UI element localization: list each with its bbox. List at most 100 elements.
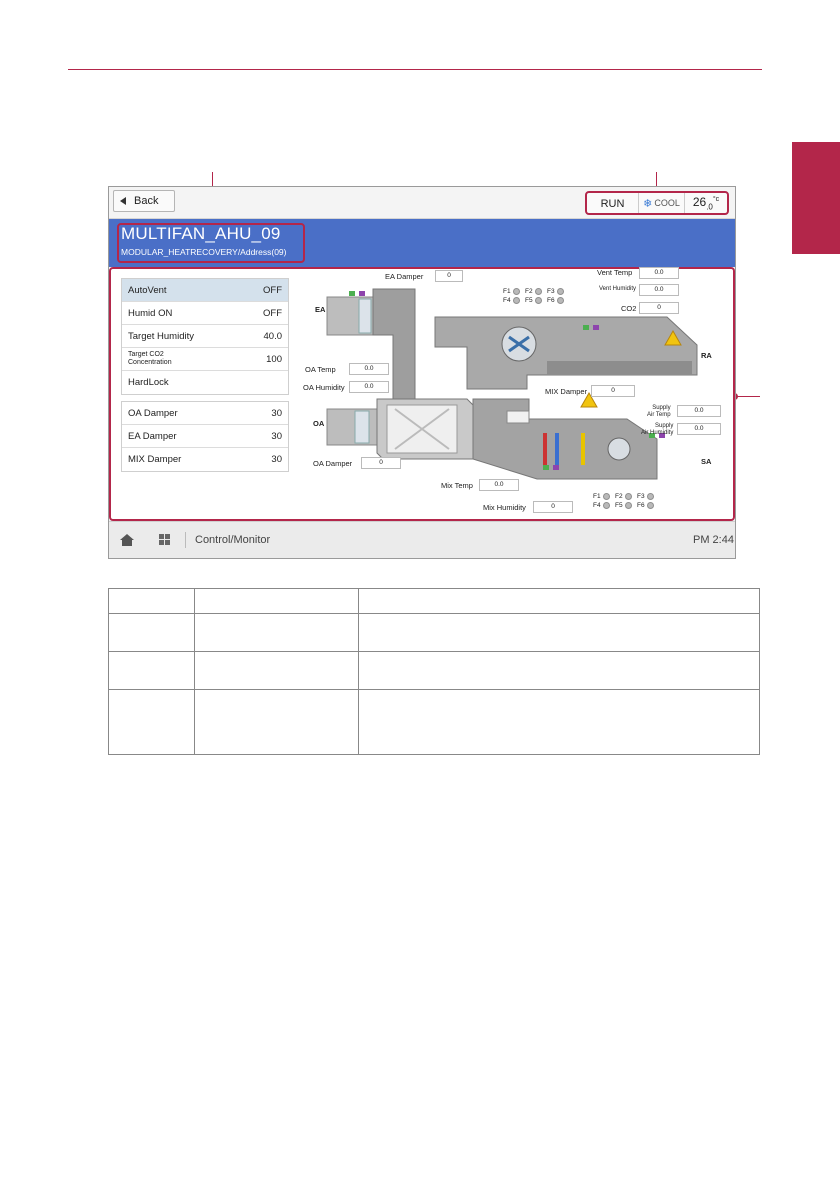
sensor-purple-icon: [553, 465, 559, 470]
mix-damper-value[interactable]: 0: [591, 385, 635, 397]
oa-temp-label: OA Temp: [305, 365, 336, 374]
fan-label: F2: [615, 493, 623, 500]
mix-humidity-label: Mix Humidity: [483, 503, 526, 512]
vent-humidity-value[interactable]: 0.0: [639, 284, 679, 296]
sensor-green-icon: [543, 465, 549, 470]
sensor-green-icon: [349, 291, 355, 296]
setting-label: Target CO2 Concentration: [128, 351, 172, 366]
setting-row-autovent[interactable]: AutoVent OFF: [122, 279, 288, 302]
mix-humidity-value[interactable]: 0: [533, 501, 573, 513]
damper-row-ea[interactable]: EA Damper 30: [122, 425, 288, 448]
status-lamp-icon: [512, 288, 520, 295]
temp-decimal: .0: [706, 202, 713, 212]
setting-label: HardLock: [128, 377, 169, 388]
humidifier: [581, 433, 585, 465]
monitor-content: AutoVent OFF Humid ON OFF Target Humidit…: [109, 267, 735, 521]
ea-damper-value[interactable]: 0: [435, 270, 463, 282]
mix-temp-value[interactable]: 0.0: [479, 479, 519, 491]
ea-filter: [358, 298, 372, 334]
cooling-coil: [555, 433, 559, 465]
setting-value: 100: [266, 353, 282, 365]
oa-humidity-label: OA Humidity: [303, 383, 345, 392]
menu-grid-icon[interactable]: [159, 534, 170, 545]
supply-label-line2: Air Temp: [647, 412, 671, 418]
unit-name: MULTIFAN_AHU_09: [121, 224, 281, 243]
table-cell: [194, 651, 359, 690]
heating-coil: [543, 433, 547, 465]
setting-row-hardlock[interactable]: HardLock: [122, 371, 288, 394]
operation-status: RUN ❄ COOL 26.0°c: [585, 191, 729, 215]
zone-sa-label: SA: [701, 457, 712, 466]
oa-humidity-value[interactable]: 0.0: [349, 381, 389, 393]
status-lamp-icon: [646, 493, 654, 500]
fan-label: F1: [593, 493, 601, 500]
status-lamp-icon: [534, 288, 542, 295]
sensor-purple-icon: [359, 291, 365, 296]
damper-row-oa[interactable]: OA Damper 30: [122, 402, 288, 425]
fan-status-bottom: F1 F2 F3 F4 F5 F6: [593, 493, 659, 509]
damper-value: 30: [271, 407, 282, 419]
co2-value[interactable]: 0: [639, 302, 679, 314]
table-cell: [358, 689, 760, 755]
oa-temp-value[interactable]: 0.0: [349, 363, 389, 375]
damper-value: 30: [271, 430, 282, 442]
setting-row-humid-on[interactable]: Humid ON OFF: [122, 302, 288, 325]
setting-row-target-humidity[interactable]: Target Humidity 40.0: [122, 325, 288, 348]
setting-row-target-co2[interactable]: Target CO2 Concentration 100: [122, 348, 288, 371]
bottom-bar: Control/Monitor PM 2:44: [109, 521, 735, 558]
oa-filter: [354, 410, 370, 444]
supply-air-humidity-value[interactable]: 0.0: [677, 423, 721, 435]
fan-lamp: F3: [637, 493, 659, 500]
back-button[interactable]: Back: [113, 190, 175, 212]
supply-air-temp-label: Supply Air Temp: [647, 405, 671, 419]
fan-lamp: F4: [593, 502, 615, 509]
mode-label: COOL: [654, 198, 680, 208]
table-cell: [108, 689, 195, 755]
setting-label: Target Humidity: [128, 330, 194, 342]
mode-status: ❄ COOL: [639, 193, 685, 213]
setting-value: OFF: [263, 307, 282, 319]
supply-air-temp-value[interactable]: 0.0: [677, 405, 721, 417]
back-label: Back: [134, 195, 159, 207]
ahu-diagram: EA OA RA SA EA Damper 0 F1 F2 F3 F4 F5 F…: [297, 267, 735, 523]
breadcrumb: Control/Monitor: [195, 534, 271, 546]
vent-humidity-label: Vent Humidity: [599, 286, 637, 292]
fan-label: F6: [637, 502, 645, 509]
supply-label-line1: Supply: [652, 405, 671, 411]
table-cell: [194, 613, 359, 652]
unit-header: MULTIFAN_AHU_09 MODULAR_HEATRECOVERY/Add…: [109, 219, 735, 267]
fan-lamp: F6: [637, 502, 659, 509]
status-lamp-icon: [624, 493, 632, 500]
fan-lamp: F4: [503, 297, 525, 304]
damper-row-mix[interactable]: MIX Damper 30: [122, 448, 288, 471]
status-lamp-icon: [602, 493, 610, 500]
fan-label: F1: [503, 288, 511, 295]
status-lamp-icon: [512, 297, 520, 304]
settings-table: AutoVent OFF Humid ON OFF Target Humidit…: [121, 278, 289, 395]
table-cell: [108, 613, 195, 652]
status-lamp-icon: [556, 297, 564, 304]
supply-label-line1: Supply: [654, 423, 674, 429]
temp-value: 26: [692, 194, 707, 209]
back-arrow-icon: [120, 197, 126, 205]
vent-temp-value[interactable]: 0.0: [639, 267, 679, 279]
oa-damper-label: OA Damper: [313, 459, 353, 468]
ra-duct-bottom: [547, 361, 692, 375]
status-lamp-icon: [534, 297, 542, 304]
setting-value: 40.0: [263, 330, 283, 342]
oa-damper-value[interactable]: 0: [361, 457, 401, 469]
damper-label: MIX Damper: [128, 454, 182, 465]
supply-duct: [472, 398, 658, 480]
sensor-green-icon: [583, 325, 589, 330]
fan-label: F4: [503, 297, 511, 304]
fan-lamp: F2: [525, 288, 547, 295]
callout-line-3: [735, 396, 760, 397]
table-header-cell: [194, 588, 359, 614]
fan-label: F2: [525, 288, 533, 295]
fan-lamp: F5: [615, 502, 637, 509]
fan-label: F5: [615, 502, 623, 509]
supply-air-humidity-label: Supply Air Humidity: [641, 423, 673, 437]
chapter-tab: [792, 142, 840, 254]
fan-lamp: F3: [547, 288, 569, 295]
home-icon[interactable]: [119, 533, 135, 547]
